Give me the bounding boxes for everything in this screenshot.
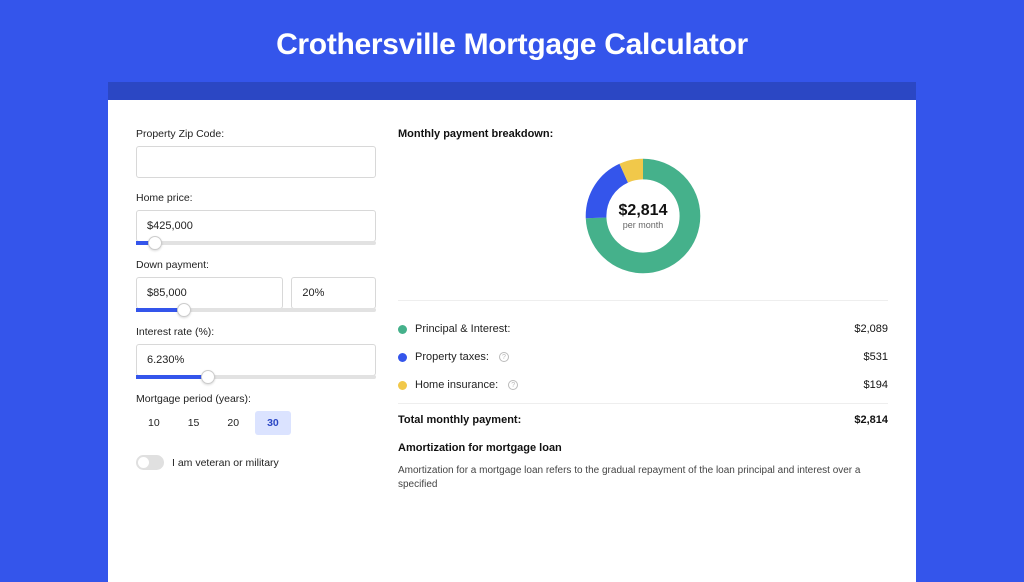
rate-slider[interactable] xyxy=(136,375,376,379)
zip-group: Property Zip Code: xyxy=(136,128,376,178)
legend-label: Home insurance: xyxy=(415,379,498,391)
period-label: Mortgage period (years): xyxy=(136,393,376,405)
divider xyxy=(398,300,888,301)
total-label: Total monthly payment: xyxy=(398,414,521,426)
rate-slider-fill xyxy=(136,375,208,379)
legend: Principal & Interest: $2,089 Property taxe… xyxy=(398,315,888,399)
down-slider-thumb[interactable] xyxy=(177,303,191,317)
legend-dot-icon xyxy=(398,381,407,390)
page-title: Crothersville Mortgage Calculator xyxy=(0,0,1024,82)
period-btn-15[interactable]: 15 xyxy=(176,411,212,435)
price-slider[interactable] xyxy=(136,241,376,245)
down-pct-input[interactable] xyxy=(291,277,376,309)
period-btn-10[interactable]: 10 xyxy=(136,411,172,435)
breakdown-column: Monthly payment breakdown: $2,814 per mo… xyxy=(398,128,888,492)
down-label: Down payment: xyxy=(136,259,376,271)
legend-label: Principal & Interest: xyxy=(415,323,510,335)
period-buttons: 10152030 xyxy=(136,411,376,435)
donut-sub: per month xyxy=(623,220,664,230)
rate-slider-thumb[interactable] xyxy=(201,370,215,384)
amort-text: Amortization for a mortgage loan refers … xyxy=(398,464,888,492)
outer-band: Property Zip Code: Home price: Down paym… xyxy=(108,82,916,582)
zip-label: Property Zip Code: xyxy=(136,128,376,140)
legend-value: $531 xyxy=(864,351,888,363)
legend-value: $2,089 xyxy=(854,323,888,335)
total-value: $2,814 xyxy=(854,414,888,426)
info-icon[interactable]: ? xyxy=(499,352,509,362)
price-slider-thumb[interactable] xyxy=(148,236,162,250)
down-amount-input[interactable] xyxy=(136,277,283,309)
info-icon[interactable]: ? xyxy=(508,380,518,390)
donut-wrap: $2,814 per month xyxy=(398,154,888,278)
veteran-toggle[interactable] xyxy=(136,455,164,470)
legend-row-2: Home insurance:? $194 xyxy=(398,371,888,399)
rate-group: Interest rate (%): xyxy=(136,326,376,379)
legend-row-0: Principal & Interest: $2,089 xyxy=(398,315,888,343)
breakdown-title: Monthly payment breakdown: xyxy=(398,128,888,140)
veteran-label: I am veteran or military xyxy=(172,457,279,469)
donut-amount: $2,814 xyxy=(619,202,668,220)
legend-dot-icon xyxy=(398,325,407,334)
rate-label: Interest rate (%): xyxy=(136,326,376,338)
period-btn-20[interactable]: 20 xyxy=(215,411,251,435)
down-group: Down payment: xyxy=(136,259,376,312)
period-btn-30[interactable]: 30 xyxy=(255,411,291,435)
zip-input[interactable] xyxy=(136,146,376,178)
legend-row-1: Property taxes:? $531 xyxy=(398,343,888,371)
calculator-panel: Property Zip Code: Home price: Down paym… xyxy=(108,100,916,582)
price-input[interactable] xyxy=(136,210,376,242)
legend-label: Property taxes: xyxy=(415,351,489,363)
amort-title: Amortization for mortgage loan xyxy=(398,442,888,454)
legend-value: $194 xyxy=(864,379,888,391)
veteran-row: I am veteran or military xyxy=(136,455,376,470)
total-row: Total monthly payment: $2,814 xyxy=(398,403,888,442)
form-column: Property Zip Code: Home price: Down paym… xyxy=(136,128,376,492)
price-group: Home price: xyxy=(136,192,376,245)
period-group: Mortgage period (years): 10152030 xyxy=(136,393,376,435)
donut-chart: $2,814 per month xyxy=(581,154,705,278)
rate-input[interactable] xyxy=(136,344,376,376)
down-slider[interactable] xyxy=(136,308,376,312)
price-label: Home price: xyxy=(136,192,376,204)
legend-dot-icon xyxy=(398,353,407,362)
